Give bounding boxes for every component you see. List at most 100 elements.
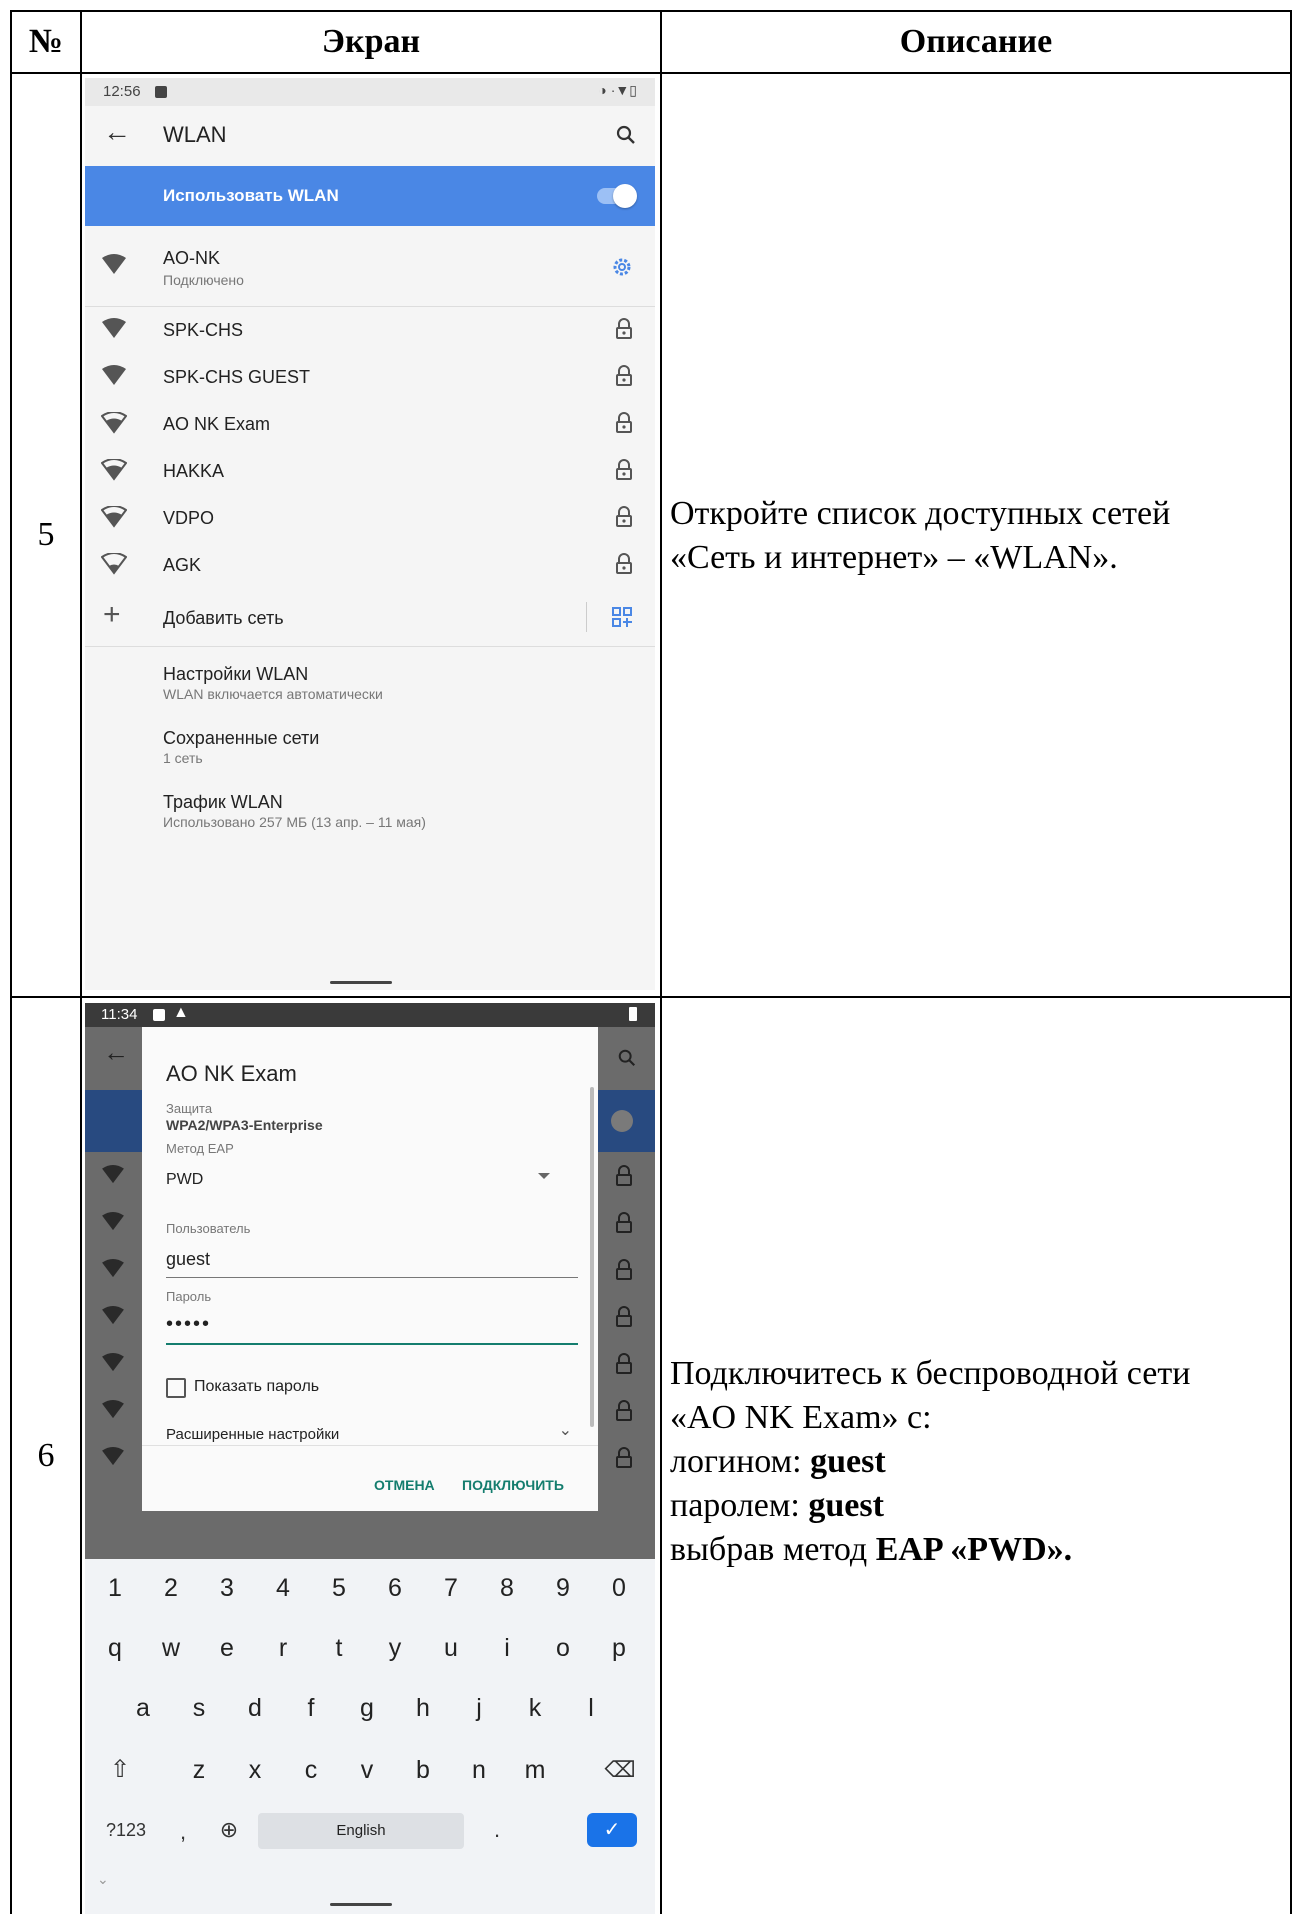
keyboard-key[interactable]: 1 <box>90 1561 140 1615</box>
keyboard-key[interactable]: c <box>286 1743 336 1797</box>
page-title: WLAN <box>163 122 227 147</box>
username-value: guest <box>166 1249 211 1269</box>
keyboard-key[interactable]: 6 <box>370 1561 420 1615</box>
dimmed-lock-icon <box>615 1165 633 1192</box>
use-wlan-label: Использовать WLAN <box>163 186 339 205</box>
keyboard-key[interactable]: 9 <box>538 1561 588 1615</box>
keyboard-key[interactable]: e <box>202 1621 252 1675</box>
keyboard-key[interactable]: d <box>230 1681 280 1735</box>
keyboard-key[interactable]: q <box>90 1621 140 1675</box>
backspace-key-icon[interactable]: ⌫ <box>595 1743 645 1797</box>
keyboard-key[interactable]: g <box>342 1681 392 1735</box>
keyboard-row-numbers: 1234567890 <box>85 1561 655 1615</box>
keyboard-key[interactable]: k <box>510 1681 560 1735</box>
keyboard-key[interactable]: u <box>426 1621 476 1675</box>
description-line: выбрав метод EAP «PWD». <box>670 1528 1285 1572</box>
dimmed-lock-icon <box>615 1447 633 1474</box>
use-wlan-toggle-bar[interactable]: Использовать WLAN <box>85 166 655 226</box>
header-number: № <box>28 23 64 60</box>
keyboard-key[interactable]: 0 <box>594 1561 644 1615</box>
keyboard-key[interactable]: t <box>314 1621 364 1675</box>
keyboard-key[interactable]: a <box>118 1681 168 1735</box>
keyboard-key[interactable]: 4 <box>258 1561 308 1615</box>
keyboard-key[interactable]: x <box>230 1743 280 1797</box>
comma-key[interactable]: , <box>163 1805 203 1859</box>
keyboard-key[interactable]: y <box>370 1621 420 1675</box>
lock-icon <box>616 506 632 527</box>
keyboard-key[interactable]: b <box>398 1743 448 1797</box>
keyboard-key[interactable]: o <box>538 1621 588 1675</box>
password-input[interactable]: ••••• <box>166 1307 578 1345</box>
globe-icon[interactable]: ⊕ <box>209 1803 249 1857</box>
network-row[interactable]: SPK-CHS <box>85 306 655 353</box>
settings-row[interactable]: Трафик WLAN Использовано 257 МБ (13 апр. … <box>85 774 655 838</box>
lock-icon <box>616 318 632 339</box>
keyboard-key[interactable]: 7 <box>426 1561 476 1615</box>
shift-key-icon[interactable]: ⇧ <box>95 1743 145 1797</box>
network-row[interactable]: AO NK Exam <box>85 400 655 447</box>
show-password-checkbox[interactable]: Показать пароль <box>166 1375 366 1399</box>
settings-row[interactable]: Настройки WLAN WLAN включается автоматиче… <box>85 646 655 710</box>
keyboard-key[interactable]: 5 <box>314 1561 364 1615</box>
keyboard-key[interactable]: w <box>146 1621 196 1675</box>
username-input[interactable]: guest <box>166 1241 578 1278</box>
keyboard-key[interactable]: m <box>510 1743 560 1797</box>
toggle-thumb <box>613 184 637 208</box>
status-time: 12:56 <box>103 83 141 100</box>
search-icon <box>618 1049 636 1067</box>
keyboard-row-2: asdfghjkl <box>85 1681 655 1735</box>
network-row[interactable]: VDPO <box>85 494 655 541</box>
wifi-full-icon <box>102 254 126 274</box>
advanced-settings[interactable]: Расширенные настройки ⌄ <box>166 1423 578 1445</box>
enter-check-key[interactable]: ✓ <box>587 1813 637 1847</box>
connect-button[interactable]: ПОДКЛЮЧИТЬ <box>462 1477 564 1493</box>
settings-title: Трафик WLAN <box>163 792 283 812</box>
connected-network[interactable]: AO-NK Подключено <box>85 226 655 307</box>
network-row[interactable]: HAKKA <box>85 447 655 494</box>
keyboard-key[interactable]: 2 <box>146 1561 196 1615</box>
keyboard-key[interactable]: h <box>398 1681 448 1735</box>
symbols-key[interactable]: ?123 <box>97 1803 155 1857</box>
keyboard-key[interactable]: r <box>258 1621 308 1675</box>
network-name: AO NK Exam <box>163 414 271 434</box>
keyboard-key[interactable]: 8 <box>482 1561 532 1615</box>
wifi-icon <box>102 318 126 338</box>
eap-method-select[interactable]: PWD <box>166 1161 562 1197</box>
space-key[interactable]: English <box>258 1813 464 1849</box>
keyboard-key[interactable]: n <box>454 1743 504 1797</box>
period-key[interactable]: . <box>477 1803 517 1857</box>
dimmed-wifi-icon <box>101 1447 125 1472</box>
keyboard-key[interactable]: f <box>286 1681 336 1735</box>
screenshot-wlan-list: 12:56 ◑ ·▼▯ ← WLAN Использовать WLAN AO-… <box>85 78 655 990</box>
plus-icon: + <box>103 598 121 631</box>
settings-row[interactable]: Сохраненные сети 1 сеть <box>85 710 655 774</box>
description-line: логином: guest <box>670 1440 1285 1484</box>
nav-handle <box>330 1903 392 1906</box>
keyboard-key[interactable]: i <box>482 1621 532 1675</box>
password-prefix: паролем: <box>670 1487 809 1524</box>
row-number: 6 <box>37 1437 55 1474</box>
wlan-toggle-switch[interactable] <box>597 184 637 208</box>
cancel-button[interactable]: ОТМЕНА <box>374 1477 435 1493</box>
search-icon[interactable] <box>615 124 637 146</box>
keyboard-collapse-icon[interactable]: ⌄ <box>97 1871 109 1888</box>
network-row[interactable]: AGK <box>85 541 655 588</box>
chevron-down-icon: ⌄ <box>558 1423 572 1439</box>
keyboard-key[interactable]: l <box>566 1681 616 1735</box>
qr-code-icon[interactable] <box>611 606 633 628</box>
back-arrow-icon[interactable]: ← <box>103 116 131 148</box>
keyboard-key[interactable]: v <box>342 1743 392 1797</box>
dimmed-toggle-thumb <box>611 1110 633 1132</box>
dimmed-wifi-icon <box>101 1212 125 1237</box>
add-network-row[interactable]: + Добавить сеть <box>85 590 655 647</box>
network-row[interactable]: SPK-CHS GUEST <box>85 353 655 400</box>
description-line: Подключитесь к беспроводной сети <box>670 1355 1191 1392</box>
keyboard-key[interactable]: p <box>594 1621 644 1675</box>
keyboard-key[interactable]: z <box>174 1743 224 1797</box>
keyboard-key[interactable]: j <box>454 1681 504 1735</box>
gear-icon[interactable] <box>611 256 633 278</box>
dialog-divider <box>142 1445 598 1446</box>
dimmed-wifi-icon <box>101 1306 125 1331</box>
keyboard-key[interactable]: s <box>174 1681 224 1735</box>
keyboard-key[interactable]: 3 <box>202 1561 252 1615</box>
